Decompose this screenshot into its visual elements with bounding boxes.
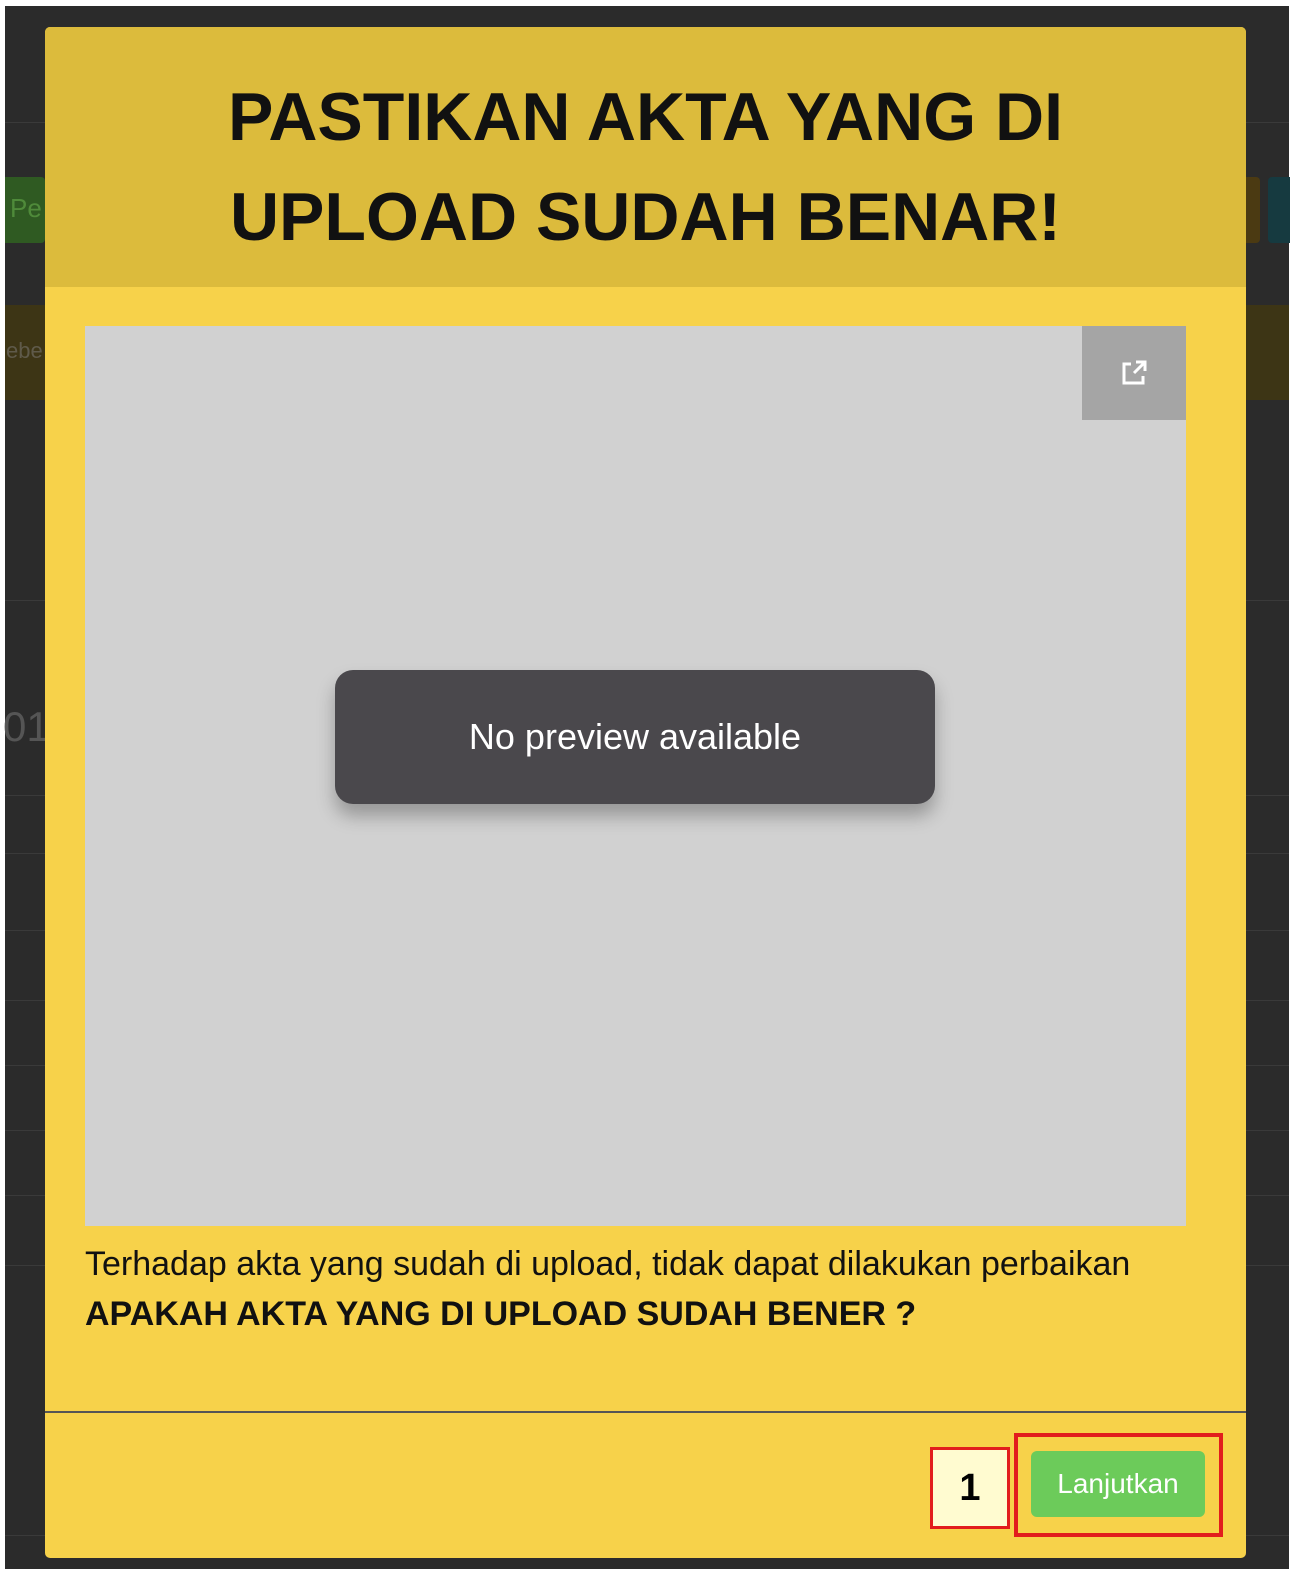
modal-title: PASTIKAN AKTA YANG DI UPLOAD SUDAH BENAR… <box>45 67 1246 267</box>
modal-header: PASTIKAN AKTA YANG DI UPLOAD SUDAH BENAR… <box>45 27 1246 287</box>
no-preview-message: No preview available <box>335 670 935 804</box>
document-preview: No preview available <box>85 326 1186 1226</box>
modal-footer-divider <box>45 1411 1246 1413</box>
confirm-upload-modal: PASTIKAN AKTA YANG DI UPLOAD SUDAH BENAR… <box>45 27 1246 1558</box>
step-number-badge: 1 <box>930 1447 1010 1529</box>
background-alert-text: ebe <box>6 338 43 363</box>
background-teal-button <box>1268 177 1290 243</box>
popout-button[interactable] <box>1082 326 1186 420</box>
frame-border-top <box>0 0 1292 6</box>
confirmation-question: APAKAH AKTA YANG DI UPLOAD SUDAH BENER ? <box>85 1295 917 1333</box>
external-link-icon <box>1122 360 1147 385</box>
continue-button[interactable]: Lanjutkan <box>1031 1451 1205 1517</box>
modal-title-line-2: UPLOAD SUDAH BENAR! <box>229 179 1062 255</box>
background-number: 01 <box>3 703 50 750</box>
warning-text: Terhadap akta yang sudah di upload, tida… <box>85 1245 1131 1283</box>
modal-title-line-1: PASTIKAN AKTA YANG DI <box>228 79 1063 155</box>
background-button-text: Pe <box>10 193 42 223</box>
background-orange-button <box>1246 177 1260 243</box>
